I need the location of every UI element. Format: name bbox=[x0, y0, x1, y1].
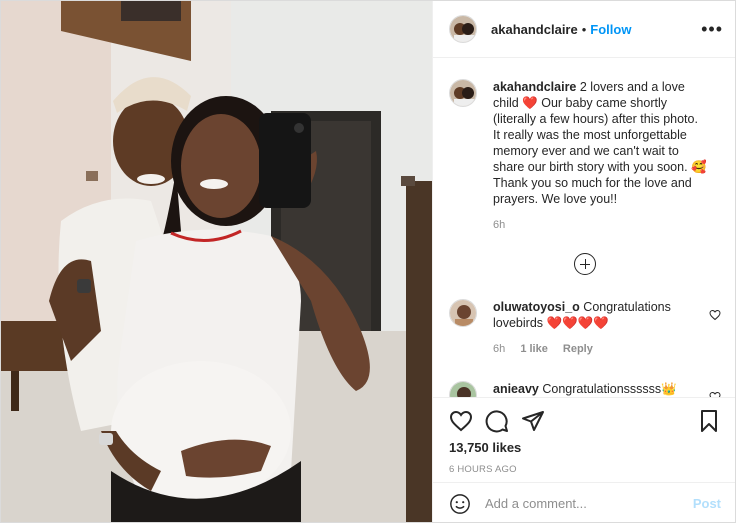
comment-body: anieavy Congratulationssssss👑 bbox=[493, 381, 693, 397]
add-comment-bar: Post bbox=[433, 482, 735, 522]
post-header: akahandclaire • Follow ••• bbox=[433, 1, 735, 58]
post-time-ago[interactable]: 6 HOURS AGO bbox=[449, 464, 721, 475]
author-avatar[interactable] bbox=[449, 15, 477, 43]
like-heart-icon[interactable] bbox=[449, 409, 473, 433]
post-photo[interactable] bbox=[1, 1, 432, 522]
post-comment-button[interactable]: Post bbox=[693, 496, 721, 511]
caption-username[interactable]: akahandclaire bbox=[493, 80, 576, 94]
emoji-smiley-icon[interactable] bbox=[449, 493, 471, 515]
like-comment-heart-icon[interactable] bbox=[709, 309, 721, 321]
smiling-hearts-emoji: 🥰 bbox=[691, 160, 707, 174]
load-more-comments bbox=[449, 253, 721, 275]
comment-bubble-icon[interactable] bbox=[485, 409, 509, 433]
comments-list[interactable]: akahandclaire 2 lovers and a love child … bbox=[433, 59, 735, 397]
reply-button[interactable]: Reply bbox=[563, 343, 593, 355]
comment-likes[interactable]: 1 like bbox=[520, 343, 548, 355]
caption-author-avatar[interactable] bbox=[449, 79, 477, 107]
avatar-image bbox=[450, 382, 476, 397]
likes-count[interactable]: 13,750 likes bbox=[449, 440, 721, 455]
plus-circle-icon[interactable] bbox=[574, 253, 596, 275]
commenter-username[interactable]: oluwatoyosi_o bbox=[493, 300, 580, 314]
action-icons bbox=[449, 398, 721, 444]
comment-text: Congratulationssssss bbox=[538, 382, 662, 396]
comment-body: oluwatoyosi_o Congratulations lovebirds … bbox=[493, 299, 693, 357]
comment-item: oluwatoyosi_o Congratulations lovebirds … bbox=[449, 299, 721, 357]
commenter-username[interactable]: anieavy bbox=[493, 382, 539, 396]
commenter-avatar[interactable] bbox=[449, 381, 477, 397]
follow-button[interactable]: Follow bbox=[590, 22, 631, 37]
caption: akahandclaire 2 lovers and a love child … bbox=[449, 79, 721, 233]
instagram-post-modal: akahandclaire • Follow ••• akahandclaire… bbox=[0, 0, 736, 523]
avatar-image bbox=[450, 80, 476, 106]
comment-meta: 6h 1 like Reply bbox=[493, 341, 693, 357]
avatar-image bbox=[450, 300, 476, 326]
post-actions: 13,750 likes 6 HOURS AGO bbox=[433, 397, 735, 475]
comment-time[interactable]: 6h bbox=[493, 343, 505, 355]
add-comment-input[interactable] bbox=[485, 496, 693, 511]
couple-mirror-selfie-image bbox=[1, 1, 432, 522]
more-options-icon[interactable]: ••• bbox=[701, 20, 723, 38]
share-paper-plane-icon[interactable] bbox=[521, 409, 545, 433]
hearts-emoji: ❤️❤️❤️❤️ bbox=[546, 316, 609, 330]
red-heart-emoji: ❤️ bbox=[522, 96, 538, 110]
caption-time[interactable]: 6h bbox=[493, 219, 505, 231]
header-separator: • bbox=[581, 21, 587, 37]
crown-emoji: 👑 bbox=[661, 382, 677, 396]
comment-item: anieavy Congratulationssssss👑 bbox=[449, 381, 721, 397]
save-bookmark-icon[interactable] bbox=[697, 409, 721, 433]
caption-meta: 6h bbox=[493, 217, 708, 233]
commenter-avatar[interactable] bbox=[449, 299, 477, 327]
author-username[interactable]: akahandclaire bbox=[491, 22, 578, 37]
caption-body: akahandclaire 2 lovers and a love child … bbox=[493, 79, 708, 233]
avatar-image bbox=[450, 16, 476, 42]
post-details-panel: akahandclaire • Follow ••• akahandclaire… bbox=[432, 1, 735, 522]
caption-text-3: Thank you so much for the love and praye… bbox=[493, 176, 692, 206]
